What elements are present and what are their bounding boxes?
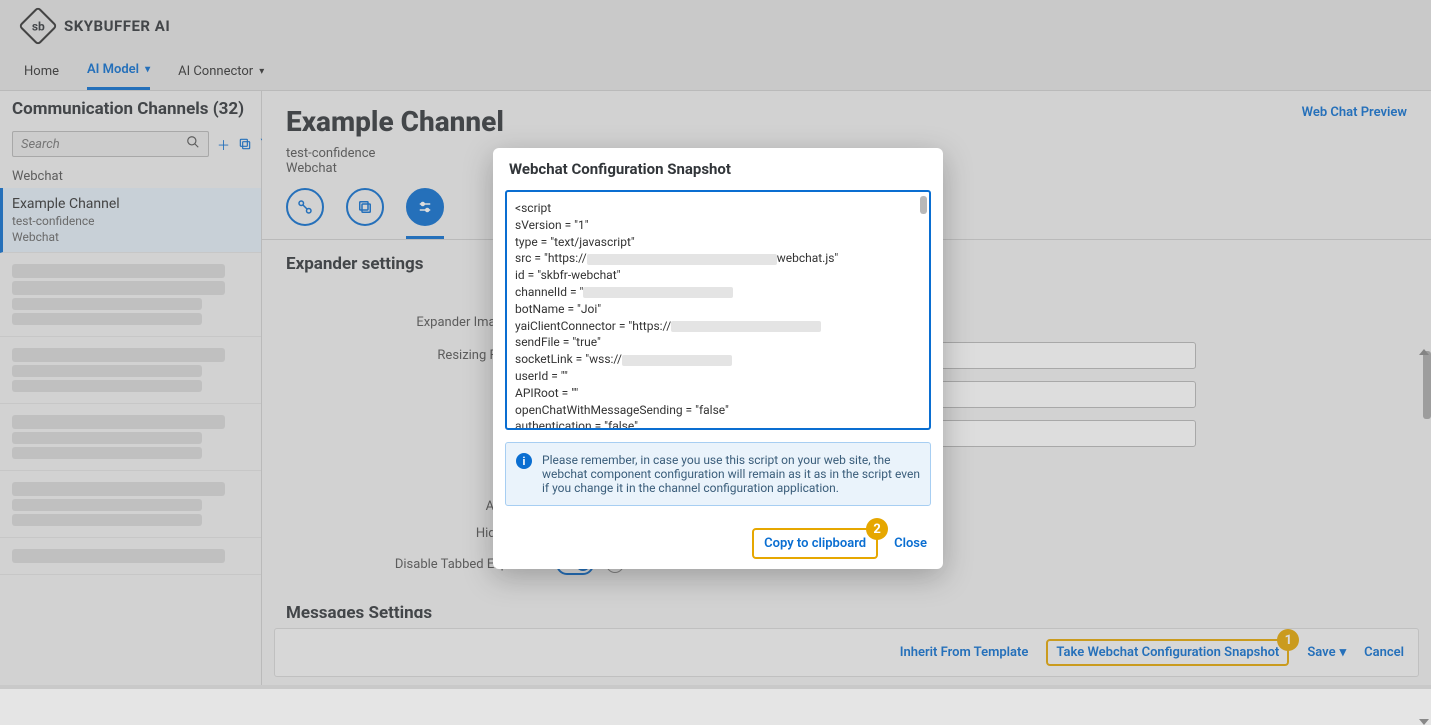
modal-title: Webchat Configuration Snapshot [493, 148, 943, 190]
callout-badge-2: 2 [866, 518, 888, 540]
snapshot-modal: Webchat Configuration Snapshot <script s… [493, 148, 943, 569]
close-button[interactable]: Close [894, 536, 927, 551]
modal-footer: Copy to clipboard 2 Close [493, 518, 943, 569]
copy-clipboard-button[interactable]: Copy to clipboard 2 [752, 528, 878, 559]
info-message: i Please remember, in case you use this … [505, 442, 931, 506]
info-icon: i [516, 453, 532, 469]
snapshot-code[interactable]: <script sVersion = "1" type = "text/java… [505, 190, 931, 430]
scrollbar-thumb[interactable] [920, 196, 927, 214]
scroll-down-icon[interactable] [1419, 719, 1429, 725]
